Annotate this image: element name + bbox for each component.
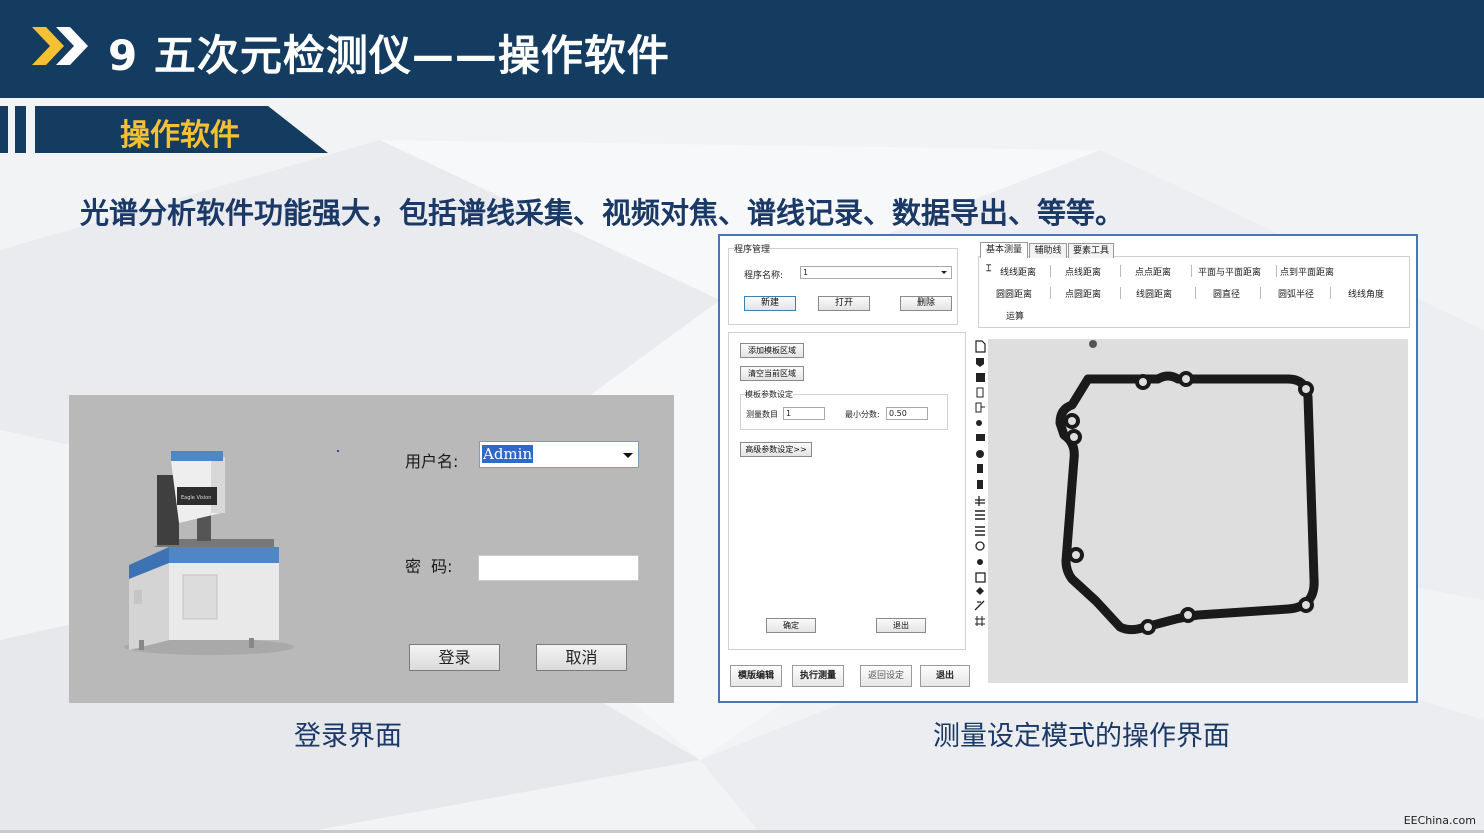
list-icon[interactable] — [975, 510, 985, 520]
tool-calculation[interactable]: 运算 — [1006, 309, 1024, 322]
save-icon[interactable] — [976, 373, 985, 382]
slide-header: 9 五次元检测仪——操作软件 — [0, 0, 1484, 98]
return-settings-button[interactable]: 返回设定 — [860, 665, 912, 687]
tool-point-line-distance[interactable]: 点线距离 — [1065, 265, 1101, 278]
add-template-region-button[interactable]: 添加模板区域 — [740, 343, 804, 358]
tool-arc-radius[interactable]: 圆弧半径 — [1278, 287, 1314, 300]
program-name-label: 程序名称: — [744, 268, 784, 281]
program-management-group — [728, 248, 958, 325]
measure-caption: 测量设定模式的操作界面 — [933, 721, 1230, 752]
dropdown-arrow-icon[interactable] — [623, 453, 633, 458]
line-distance-icon: ⌶ — [986, 264, 992, 274]
exit-button[interactable]: 退出 — [920, 665, 970, 687]
tool-circle-circle-distance[interactable]: 圆圆距离 — [996, 287, 1032, 300]
camera-view[interactable] — [988, 339, 1408, 683]
tool-circle-diameter[interactable]: 圆直径 — [1213, 287, 1240, 300]
tool-point-circle-distance[interactable]: 点圆距离 — [1065, 287, 1101, 300]
tool-separator — [1195, 287, 1196, 299]
export-icon[interactable] — [975, 402, 985, 413]
tool-point-point-distance[interactable]: 点点距离 — [1135, 265, 1171, 278]
tool-separator — [1120, 287, 1121, 299]
tab-basic-measure[interactable]: 基本测量 — [980, 242, 1028, 258]
program-name-value: 1 — [803, 268, 809, 277]
execute-measure-button[interactable]: 执行测量 — [792, 665, 844, 687]
battery-icon[interactable] — [977, 464, 983, 473]
template-edit-button[interactable]: 模版编辑 — [730, 665, 782, 687]
min-score-label: 最小分数: — [845, 409, 880, 420]
list-detail-icon[interactable] — [975, 526, 985, 536]
measurement-tools-group — [978, 256, 1410, 328]
template-params-title: 模板参数设定 — [745, 389, 793, 400]
username-combobox[interactable]: Admin — [479, 441, 639, 468]
tool-point-plane-distance[interactable]: 点到平面距离 — [1280, 265, 1334, 278]
tool-separator — [1276, 265, 1277, 277]
cursor-dot — [337, 450, 339, 452]
new-program-button[interactable]: 新建 — [744, 296, 796, 311]
target-icon[interactable] — [975, 541, 985, 551]
advanced-params-button[interactable]: 高级参数设定>> — [740, 442, 812, 457]
tab-auxiliary-line[interactable]: 辅助线 — [1029, 243, 1067, 258]
tool-plane-plane-distance[interactable]: 平面与平面距离 — [1198, 265, 1261, 278]
tool-line-line-distance[interactable]: 线线距离 — [1000, 265, 1036, 278]
tool-separator — [1050, 265, 1051, 277]
gear-icon[interactable] — [976, 450, 984, 458]
tab-element-tools[interactable]: 要素工具 — [1068, 243, 1114, 258]
cancel-button[interactable]: 取消 — [536, 644, 627, 671]
side-toolbar — [974, 340, 986, 626]
brightness-icon[interactable] — [977, 559, 983, 565]
username-value: Admin — [482, 445, 534, 463]
tool-line-circle-distance[interactable]: 线圆距离 — [1136, 287, 1172, 300]
login-caption: 登录界面 — [294, 721, 402, 752]
login-screenshot: Eagle Vision 用户名: Admin 密 码: 登录 取消 — [69, 395, 674, 703]
tool-separator — [1330, 287, 1331, 299]
min-score-input[interactable]: 0.50 — [886, 407, 928, 420]
tool-separator — [1050, 287, 1051, 299]
double-chevron-icon — [32, 27, 88, 65]
clear-region-button[interactable]: 清空当前区域 — [740, 366, 804, 381]
slide-title: 9 五次元检测仪——操作软件 — [108, 31, 670, 80]
wand-icon[interactable] — [974, 600, 985, 611]
open-program-button[interactable]: 打开 — [818, 296, 870, 311]
inner-exit-button[interactable]: 退出 — [876, 618, 926, 633]
program-name-select[interactable]: 1 — [800, 266, 952, 279]
grid-icon[interactable] — [975, 616, 985, 626]
document-icon[interactable] — [976, 387, 984, 398]
description-text: 光谱分析软件功能强大，包括谱线采集、视频对焦、谱线记录、数据导出、等等。 — [80, 196, 1125, 230]
measurement-software-screenshot: 程序管理 程序名称: 1 新建 打开 删除 添加模板区域 清空当前区域 模板参数… — [718, 234, 1418, 703]
measure-count-input[interactable]: 1 — [783, 407, 825, 420]
tool-separator — [1191, 265, 1192, 277]
section-label: 操作软件 — [120, 118, 240, 153]
new-file-icon[interactable] — [975, 340, 986, 353]
measure-count-label: 测量数目 — [746, 409, 778, 420]
measure-tool-icon[interactable] — [975, 496, 985, 506]
username-label: 用户名: — [405, 452, 459, 471]
shield-icon[interactable] — [976, 358, 984, 367]
tool-separator — [1120, 265, 1121, 277]
confirm-button[interactable]: 确定 — [766, 618, 816, 633]
image-icon[interactable] — [975, 572, 986, 583]
delete-program-button[interactable]: 删除 — [900, 296, 952, 311]
chevron-down-icon[interactable] — [941, 271, 947, 274]
watermark: EEChina.com — [1403, 814, 1476, 827]
login-button[interactable]: 登录 — [409, 644, 500, 671]
clipboard-icon[interactable] — [977, 480, 983, 489]
tool-line-line-angle[interactable]: 线线角度 — [1348, 287, 1384, 300]
machine-brand-text: Eagle Vision — [181, 495, 211, 501]
password-input[interactable] — [478, 555, 639, 581]
tool-separator — [1260, 287, 1261, 299]
camera-icon[interactable] — [976, 434, 985, 441]
password-label: 密 码: — [405, 557, 453, 576]
focus-icon[interactable] — [976, 587, 984, 595]
program-management-title: 程序管理 — [734, 242, 771, 255]
inspection-machine-image: Eagle Vision — [124, 451, 294, 655]
paint-icon[interactable] — [976, 420, 982, 426]
